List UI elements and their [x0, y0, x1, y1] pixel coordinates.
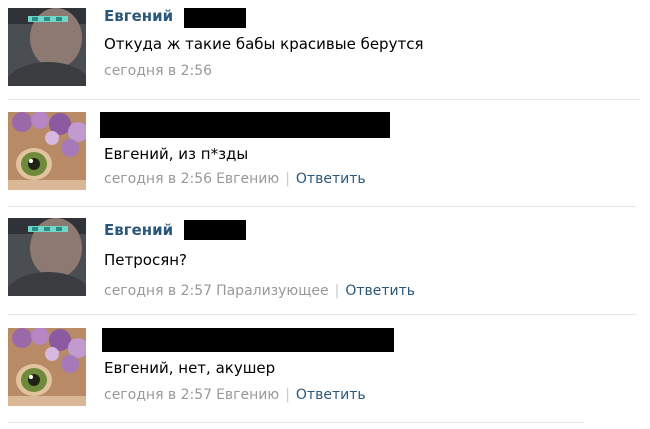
- meta-separator: |: [334, 283, 340, 299]
- comment-text: Евгений, из п*зды: [104, 145, 249, 163]
- reply-target[interactable]: Евгению: [216, 387, 279, 403]
- comment-divider: [8, 206, 636, 207]
- comment-meta: сегодня в 2:57 Евгению | Ответить: [104, 386, 366, 404]
- redacted-name: [184, 220, 246, 240]
- man-avatar-icon[interactable]: [8, 218, 86, 296]
- comment-divider: [8, 422, 584, 423]
- comment-divider: [8, 99, 640, 100]
- comment-author[interactable]: Евгений: [104, 6, 173, 26]
- reply-target[interactable]: Парализующее: [216, 283, 329, 299]
- comment-1: Евгений Откуда ж такие бабы красивые бер…: [0, 0, 650, 104]
- comment-meta: сегодня в 2:56: [104, 62, 212, 80]
- redacted-author: [102, 328, 394, 352]
- comment-meta: сегодня в 2:56 Евгению | Ответить: [104, 170, 366, 188]
- reply-button[interactable]: Ответить: [345, 283, 415, 299]
- comment-time[interactable]: сегодня в 2:56: [104, 63, 212, 79]
- reply-button[interactable]: Ответить: [296, 171, 366, 187]
- comment-text: Петросян?: [104, 251, 187, 269]
- comment-divider: [8, 314, 636, 315]
- comment-time[interactable]: сегодня в 2:57: [104, 283, 212, 299]
- comment-text: Евгений, нет, акушер: [104, 359, 276, 377]
- meta-separator: |: [285, 387, 290, 403]
- comment-2: Евгений, из п*зды сегодня в 2:56 Евгению |…: [0, 104, 650, 208]
- comment-author[interactable]: Евгений: [104, 220, 173, 240]
- cat-flowers-avatar-icon[interactable]: [8, 112, 86, 190]
- meta-separator: |: [285, 171, 290, 187]
- comment-meta: сегодня в 2:57 Парализующее | Ответить: [104, 282, 415, 300]
- comment-time[interactable]: сегодня в 2:57: [104, 387, 212, 403]
- redacted-name: [184, 8, 246, 28]
- reply-button[interactable]: Ответить: [296, 387, 366, 403]
- man-avatar-icon[interactable]: [8, 8, 86, 86]
- comment-time[interactable]: сегодня в 2:56: [104, 171, 212, 187]
- cat-flowers-avatar-icon[interactable]: [8, 328, 86, 406]
- comment-4: Евгений, нет, акушер сегодня в 2:57 Евген…: [0, 318, 650, 423]
- comment-text: Откуда ж такие бабы красивые берутся: [104, 35, 424, 53]
- reply-target[interactable]: Евгению: [216, 171, 279, 187]
- redacted-author: [100, 112, 390, 138]
- comment-3: Евгений Петросян? сегодня в 2:57 Парализу…: [0, 210, 650, 315]
